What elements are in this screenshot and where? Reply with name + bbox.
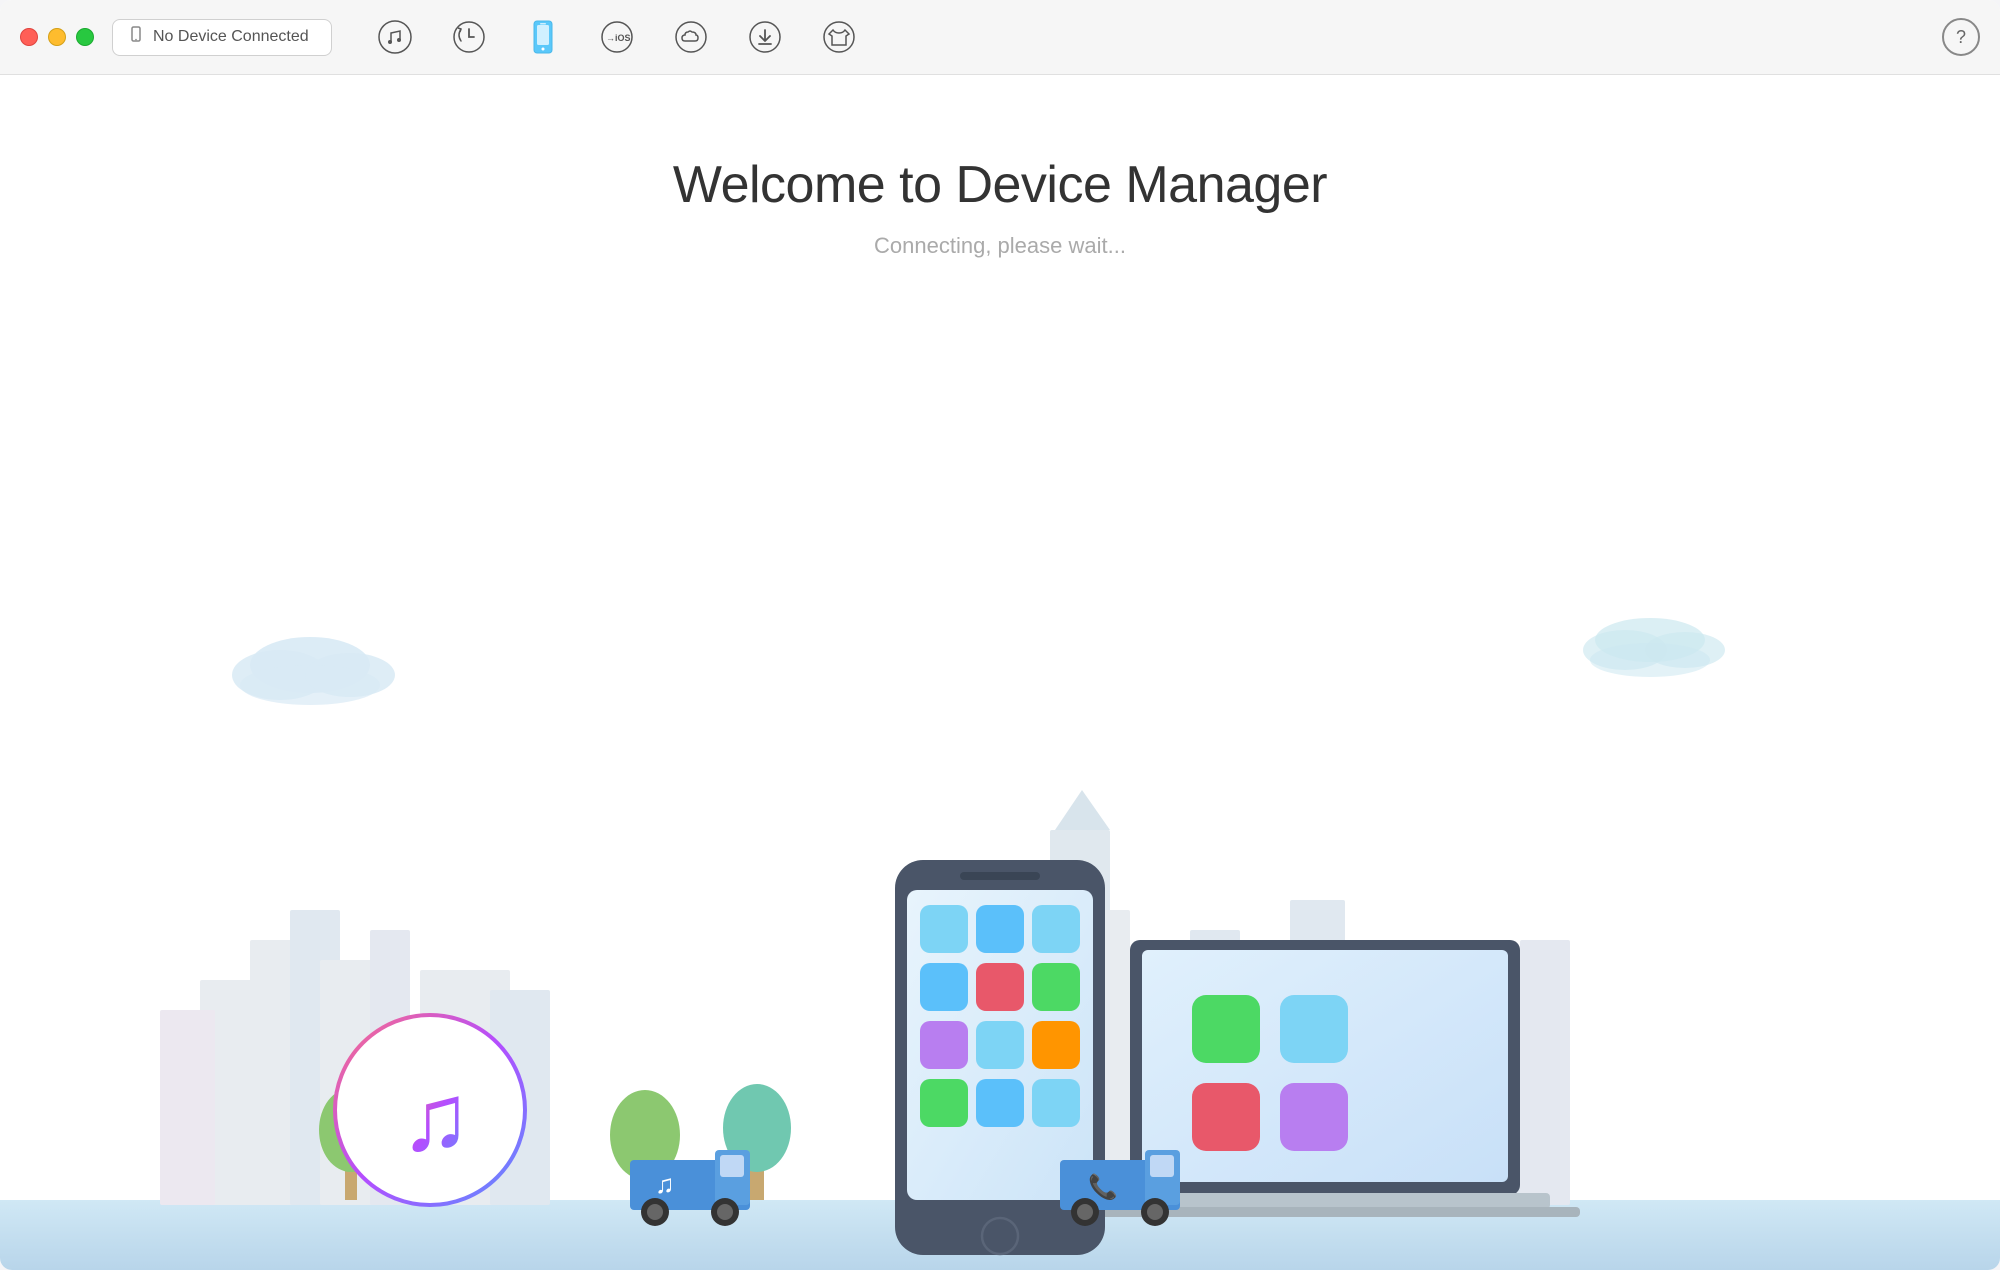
app-window: No Device Connected: [0, 0, 2000, 1270]
cloud-toolbar-button[interactable]: [668, 14, 714, 60]
music-toolbar-button[interactable]: [372, 14, 418, 60]
svg-text:♫: ♫: [655, 1169, 675, 1199]
device-selector-icon: [127, 26, 145, 49]
help-icon: ?: [1956, 27, 1966, 48]
maximize-button[interactable]: [76, 28, 94, 46]
device-toolbar-button[interactable]: [520, 14, 566, 60]
tshirt-toolbar-button[interactable]: [816, 14, 862, 60]
toolbar: →iOS: [372, 14, 1942, 60]
title-bar: No Device Connected: [0, 0, 2000, 75]
svg-text:📞: 📞: [1088, 1171, 1118, 1201]
main-content: Welcome to Device Manager Connecting, pl…: [0, 75, 2000, 1270]
close-button[interactable]: [20, 28, 38, 46]
svg-text:♫: ♫: [400, 1065, 471, 1171]
illustration-svg: ♫ ♫: [0, 450, 2000, 1270]
welcome-subtitle: Connecting, please wait...: [673, 233, 1327, 259]
svg-text:→iOS: →iOS: [606, 33, 631, 43]
minimize-button[interactable]: [48, 28, 66, 46]
backup-toolbar-button[interactable]: [446, 14, 492, 60]
device-selector-text: No Device Connected: [153, 28, 309, 46]
download-toolbar-button[interactable]: [742, 14, 788, 60]
traffic-lights: [20, 28, 94, 46]
welcome-title: Welcome to Device Manager: [673, 155, 1327, 215]
help-button[interactable]: ?: [1942, 18, 1980, 56]
device-selector[interactable]: No Device Connected: [112, 19, 332, 56]
welcome-section: Welcome to Device Manager Connecting, pl…: [673, 155, 1327, 259]
transfer-ios-toolbar-button[interactable]: →iOS: [594, 14, 640, 60]
illustration: ♫ ♫: [0, 450, 2000, 1270]
